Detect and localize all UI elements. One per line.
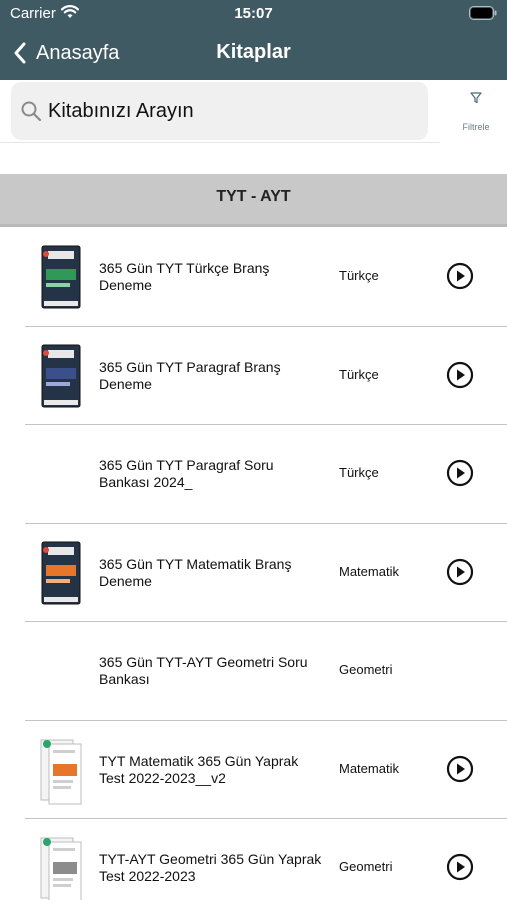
search-input[interactable] — [48, 99, 408, 123]
back-button-label: Anasayfa — [36, 41, 120, 64]
book-subject: Türkçe — [339, 465, 379, 480]
book-subject: Geometri — [339, 662, 393, 677]
search-bar[interactable] — [11, 82, 428, 140]
search-icon — [21, 101, 42, 122]
book-title: 365 Gün TYT Matematik Branş Deneme — [99, 555, 292, 589]
book-row[interactable]: TYT-AYT Geometri 365 Gün Yaprak Test 202… — [25, 819, 507, 900]
book-cover-image — [41, 541, 81, 604]
battery-icon — [469, 6, 497, 20]
back-button[interactable]: Anasayfa — [12, 38, 119, 68]
play-icon[interactable] — [446, 558, 474, 586]
book-subject: Matematik — [339, 563, 399, 579]
play-icon[interactable] — [446, 459, 474, 487]
book-title: TYT-AYT Geometri 365 Gün Yaprak Test 202… — [99, 851, 322, 884]
status-bar: Carrier 15:07 — [0, 0, 507, 28]
search-area: Filtrele — [0, 80, 507, 144]
book-title: 365 Gün TYT Paragraf Branş Deneme — [99, 358, 281, 392]
book-list: 365 Gün TYT Türkçe Branş Deneme Türkçe 3… — [0, 228, 507, 900]
book-title: 365 Gün TYT Paragraf Soru Bankası 2024_ — [99, 457, 274, 490]
section-header: TYT - AYT — [0, 174, 507, 227]
book-title: 365 Gün TYT Türkçe Branş Deneme — [99, 260, 270, 293]
divider — [0, 142, 440, 143]
filter-icon — [470, 92, 482, 104]
book-row[interactable]: 365 Gün TYT-AYT Geometri Soru Bankası Ge… — [25, 622, 507, 721]
play-icon[interactable] — [446, 361, 474, 389]
play-icon[interactable] — [446, 755, 474, 783]
book-title: 365 Gün TYT-AYT Geometri Soru Bankası — [99, 654, 308, 687]
book-cover-image — [40, 837, 82, 900]
book-subject: Türkçe — [339, 268, 379, 283]
book-row[interactable]: 365 Gün TYT Paragraf Soru Bankası 2024_ … — [25, 425, 507, 524]
book-subject: Matematik — [339, 760, 399, 776]
book-row[interactable]: 365 Gün TYT Matematik Branş Deneme Matem… — [25, 524, 507, 622]
filter-label: Filtrele — [462, 122, 490, 132]
play-icon[interactable] — [446, 262, 474, 290]
chevron-left-icon — [14, 42, 26, 64]
play-icon[interactable] — [446, 853, 474, 881]
book-cover-image — [41, 344, 81, 407]
filter-button[interactable]: Filtrele — [452, 88, 500, 134]
book-subject: Türkçe — [339, 366, 379, 382]
book-cover-image — [40, 739, 82, 804]
book-row[interactable]: TYT Matematik 365 Gün Yaprak Test 2022-2… — [25, 721, 507, 819]
book-row[interactable]: 365 Gün TYT Paragraf Branş Deneme Türkçe — [25, 327, 507, 425]
book-row[interactable]: 365 Gün TYT Türkçe Branş Deneme Türkçe — [25, 228, 507, 327]
book-title: TYT Matematik 365 Gün Yaprak Test 2022-2… — [99, 752, 299, 786]
book-subject: Geometri — [339, 859, 393, 874]
clock-time: 15:07 — [234, 5, 273, 22]
navigation-bar: Anasayfa Kitaplar — [0, 28, 507, 80]
book-cover-image — [41, 245, 81, 309]
